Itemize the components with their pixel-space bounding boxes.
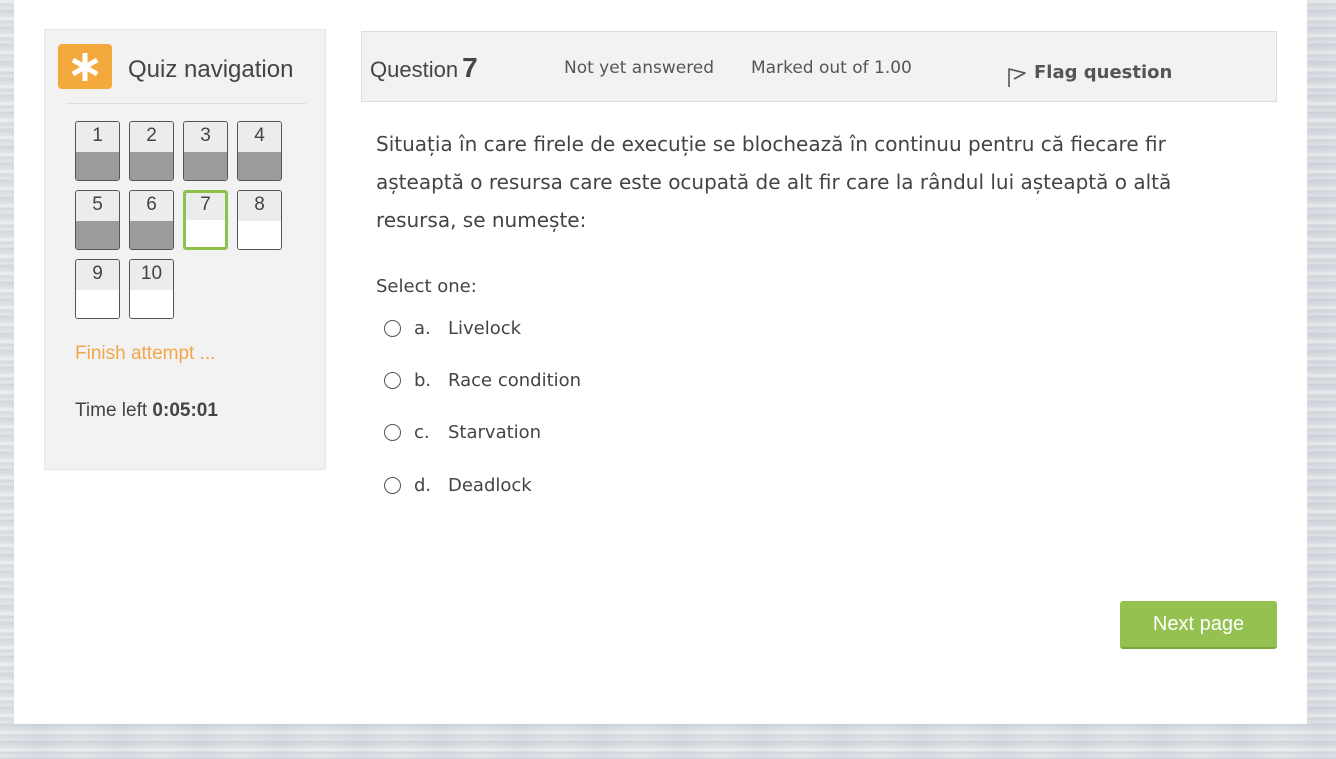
answer-text: Race condition: [448, 370, 582, 391]
question-number: 7: [462, 52, 478, 83]
question-number: 10: [130, 260, 173, 290]
radio-button[interactable]: [384, 477, 401, 494]
question-text: Situația în care firele de execuție se b…: [376, 132, 1172, 232]
question-button-1[interactable]: 1: [75, 121, 120, 181]
radio-button[interactable]: [384, 424, 401, 441]
question-number: 9: [76, 260, 119, 290]
flag-question-button[interactable]: Flag question: [1006, 56, 1172, 88]
time-left-value: 0:05:01: [152, 400, 218, 421]
answer-letter: a.: [414, 318, 431, 339]
question-button-10[interactable]: 10: [129, 259, 174, 319]
radio-button[interactable]: [384, 372, 401, 389]
answer-text: Starvation: [448, 422, 542, 443]
quiz-navigation-title: Quiz navigation: [128, 55, 294, 83]
next-page-button[interactable]: Next page: [1120, 601, 1277, 649]
answer-text: Livelock: [448, 318, 522, 339]
answer-option-c[interactable]: c. Starvation: [384, 422, 541, 443]
question-number: 3: [184, 122, 227, 152]
divider: [66, 103, 306, 104]
answer-letter: c.: [414, 422, 430, 443]
select-one-prompt: Select one:: [376, 276, 477, 297]
question-button-6[interactable]: 6: [129, 190, 174, 250]
question-info: Question 7 Not yet answered Marked out of…: [361, 31, 1277, 102]
question-button-2[interactable]: 2: [129, 121, 174, 181]
question-button-5[interactable]: 5: [75, 190, 120, 250]
question-state: Not yet answered: [564, 58, 715, 78]
answer-option-a[interactable]: a. Livelock: [384, 318, 521, 339]
question-number: 2: [130, 122, 173, 152]
question-button-7[interactable]: 7: [183, 190, 228, 250]
question-button-4[interactable]: 4: [237, 121, 282, 181]
asterisk-icon: [58, 44, 112, 89]
answer-option-d[interactable]: d. Deadlock: [384, 475, 532, 496]
question-number: 6: [130, 191, 173, 221]
time-left: Time left 0:05:01: [75, 400, 218, 422]
question-number: 7: [186, 193, 225, 223]
question-button-3[interactable]: 3: [183, 121, 228, 181]
answer-option-b[interactable]: b. Race condition: [384, 370, 581, 391]
question-button-9[interactable]: 9: [75, 259, 120, 319]
question-number: 8: [238, 191, 281, 221]
answer-letter: d.: [414, 475, 432, 496]
question-number: 5: [76, 191, 119, 221]
question-label: Question: [370, 57, 459, 82]
question-number: 1: [76, 122, 119, 152]
question-button-8[interactable]: 8: [237, 190, 282, 250]
time-left-label: Time left: [75, 400, 148, 421]
question-mark: Marked out of 1.00: [751, 58, 912, 78]
finish-attempt-link[interactable]: Finish attempt ...: [75, 343, 215, 365]
answer-letter: b.: [414, 370, 432, 391]
quiz-navigation-block: Quiz navigation 1 2 3 4 5 6 7 8 9 10 Fin…: [44, 29, 326, 470]
radio-button[interactable]: [384, 320, 401, 337]
question-number: 4: [238, 122, 281, 152]
answer-text: Deadlock: [448, 475, 532, 496]
flag-question-label: Flag question: [1034, 61, 1173, 83]
main-panel: Quiz navigation 1 2 3 4 5 6 7 8 9 10 Fin…: [14, 0, 1307, 724]
quiz-navigation-header: Quiz navigation: [58, 44, 293, 89]
flag-icon: [1008, 68, 1026, 87]
question-title: Question 7: [370, 52, 478, 84]
